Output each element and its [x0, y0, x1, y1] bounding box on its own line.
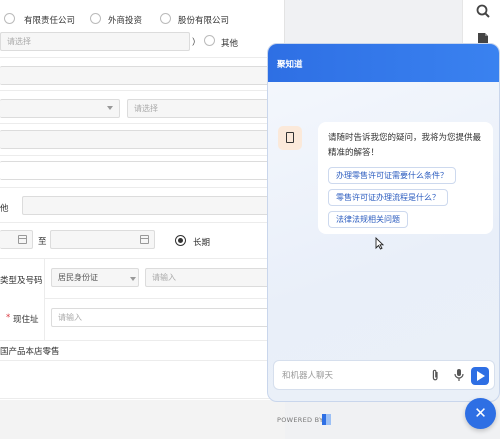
region-select-1[interactable] [0, 99, 120, 118]
brand-logo [322, 414, 331, 425]
address-input[interactable]: 请输入 [51, 308, 285, 327]
long-term-radio[interactable] [175, 235, 186, 246]
long-term-label: 长期 [193, 238, 211, 248]
empty-field-1 [0, 66, 285, 85]
chat-composer: 和机器人聊天 [273, 360, 495, 390]
other-label-2: 他 [0, 204, 9, 214]
divider [0, 340, 285, 341]
bracket-close: ） [192, 38, 201, 48]
other-field[interactable] [22, 196, 285, 215]
bot-greeting: 请随时告诉我您的疑问，我将为您提供最精准的解答！ [328, 133, 482, 158]
calendar-icon [18, 235, 27, 244]
divider [0, 57, 285, 58]
id-type-select[interactable]: 居民身份证 [51, 268, 139, 287]
chat-header: 聚知道 [268, 44, 499, 82]
calendar-icon [140, 235, 149, 244]
chat-input[interactable]: 和机器人聊天 [282, 369, 333, 381]
end-date-picker[interactable] [50, 230, 155, 249]
phone-icon [286, 132, 294, 143]
chat-window: 聚知道 请随时告诉我您的疑问，我将为您提供最精准的解答！ 办理零售许可证需要什么… [267, 43, 500, 402]
empty-field-3[interactable] [0, 161, 285, 180]
company-type-select[interactable]: 请选择 [0, 32, 190, 51]
search-icon[interactable] [475, 4, 491, 20]
other-label: 其他 [221, 39, 239, 49]
divider [0, 360, 285, 361]
start-date-picker[interactable] [0, 230, 33, 249]
bot-message-bubble: 请随时告诉我您的疑问，我将为您提供最精准的解答！ 办理零售许可证需要什么条件？ … [318, 122, 493, 234]
suggestion-conditions[interactable]: 办理零售许可证需要什么条件？ [328, 167, 456, 184]
address-label: 现住址 [13, 315, 39, 325]
company-type-label-2: 外商投资 [108, 16, 143, 26]
divider [44, 298, 285, 299]
empty-field-2 [0, 130, 285, 149]
mouse-cursor-icon [375, 237, 384, 250]
send-icon[interactable] [471, 367, 489, 385]
divider [0, 123, 285, 124]
divider [0, 398, 285, 399]
company-type-radio-3[interactable] [160, 13, 171, 24]
divider [0, 187, 285, 188]
other-radio[interactable] [204, 35, 215, 46]
paperclip-icon[interactable] [431, 369, 440, 385]
suggestion-process[interactable]: 零售许可证办理流程是什么？ [328, 189, 448, 206]
company-type-label-1: 有限责任公司 [24, 16, 76, 26]
divider [0, 222, 285, 223]
id-type-label: 类型及号码 [0, 276, 43, 286]
close-icon[interactable]: ✕ [465, 398, 496, 429]
region-select-2[interactable]: 请选择 [127, 99, 285, 118]
bot-avatar [278, 126, 302, 150]
suggestion-law[interactable]: 法律法规相关问题 [328, 211, 408, 228]
chat-title: 聚知道 [277, 60, 303, 70]
license-application-form: 有限责任公司 外商投资 股份有限公司 请选择 ） 其他 请选择 他 至 长期 类… [0, 0, 285, 439]
divider [0, 155, 285, 156]
chevron-down-icon [130, 277, 136, 281]
chevron-down-icon [107, 106, 113, 110]
company-type-radio-2[interactable] [90, 13, 101, 24]
divider [0, 258, 285, 259]
business-scope-text: 国产品本店零售 [0, 347, 60, 357]
company-type-radio-1[interactable] [4, 13, 15, 24]
id-number-input[interactable]: 请输入 [145, 268, 285, 287]
microphone-icon[interactable] [454, 368, 464, 385]
date-to-label: 至 [38, 237, 47, 247]
divider [0, 90, 285, 91]
company-type-label-3: 股份有限公司 [178, 16, 230, 26]
powered-by-text: POWERED BY [277, 416, 324, 424]
form-footer [0, 400, 285, 439]
required-mark: * [6, 313, 11, 323]
